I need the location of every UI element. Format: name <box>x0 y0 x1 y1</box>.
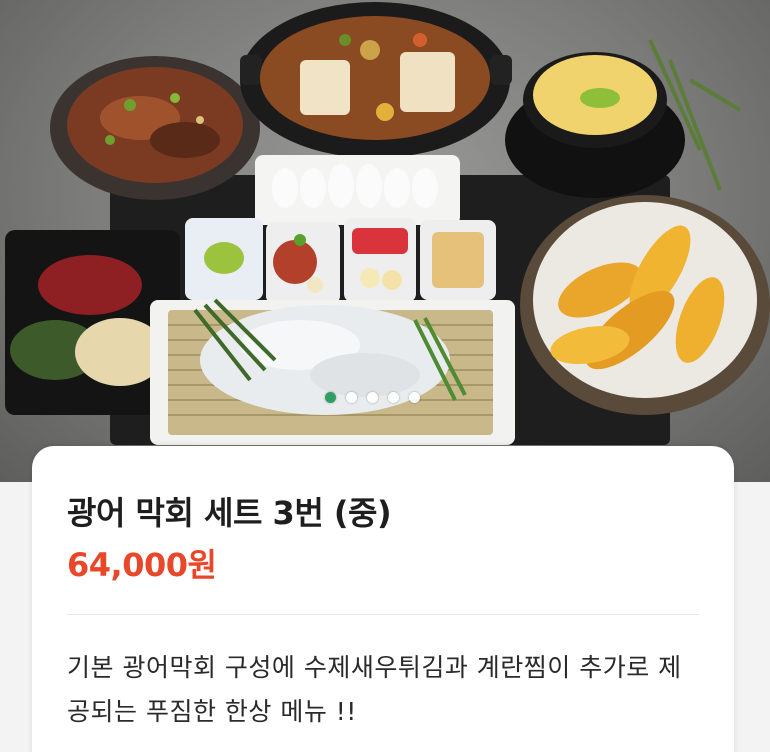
product-description: 기본 광어막회 구성에 수제새우튀김과 계란찜이 추가로 제공되는 푸짐한 한상… <box>67 653 682 726</box>
product-page: 광어 막회 세트 3번 (중) 64,000원 기본 광어막회 구성에 수제새우… <box>0 0 770 752</box>
carousel-dot-3[interactable] <box>367 391 378 403</box>
product-photo[interactable] <box>0 0 770 482</box>
carousel-dot-4[interactable] <box>388 391 399 403</box>
carousel-dot-5[interactable] <box>409 391 420 403</box>
food-illustration <box>5 2 770 445</box>
carousel-indicator <box>325 390 420 404</box>
carousel-dot-2[interactable] <box>346 391 357 403</box>
product-title: 광어 막회 세트 3번 (중) <box>67 494 392 532</box>
product-price: 64,000원 <box>67 546 217 584</box>
product-info-card: 광어 막회 세트 3번 (중) 64,000원 기본 광어막회 구성에 수제새우… <box>32 446 734 752</box>
divider <box>67 614 699 615</box>
carousel-dot-1[interactable] <box>325 391 336 403</box>
